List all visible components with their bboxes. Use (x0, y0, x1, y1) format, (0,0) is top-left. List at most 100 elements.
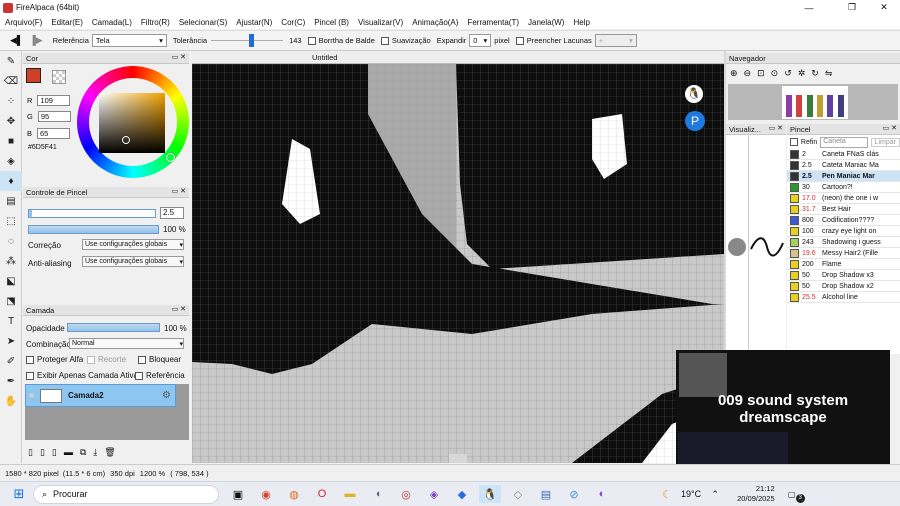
gear-icon[interactable]: ⚙ (162, 390, 171, 401)
primary-color-swatch[interactable] (26, 68, 41, 83)
brush-row[interactable]: 25.5 Alcohol line (787, 292, 900, 303)
eyedropper-tool-icon[interactable]: ✒ (0, 371, 22, 391)
menu-color[interactable]: Cor(C) (281, 18, 305, 27)
close-button[interactable]: ✕ (870, 0, 898, 15)
menu-layer[interactable]: Camada(L) (92, 18, 132, 27)
clip-option[interactable]: Recorte (87, 355, 126, 364)
menu-select[interactable]: Selecionar(S) (179, 18, 227, 27)
prev-icon[interactable]: ◀▌ (10, 35, 23, 46)
file-explorer-icon[interactable]: ▬ (339, 485, 361, 503)
chrome-icon[interactable]: ◉ (255, 485, 277, 503)
magic-wand-tool-icon[interactable]: ⁂ (0, 251, 22, 271)
g-field[interactable]: 95 (37, 111, 71, 122)
folder-icon[interactable]: ▬ (64, 447, 73, 458)
hand-tool-icon[interactable]: ✋ (0, 391, 22, 411)
brush-row[interactable]: 100 crazy eye light on (787, 226, 900, 237)
brush-row[interactable]: 800 Codification???? (787, 215, 900, 226)
checkbox[interactable] (87, 355, 95, 364)
sv-picker-handle[interactable] (122, 136, 130, 144)
show-active-only-option[interactable]: Exibir Apenas Camada Ativa (26, 371, 138, 380)
brush-row[interactable]: 50 Drop Shadow x2 (787, 281, 900, 292)
brush-row[interactable]: 200 Flame (787, 259, 900, 270)
brush-row[interactable]: 50 Drop Shadow x3 (787, 270, 900, 281)
clear-button[interactable]: Limpar (870, 137, 900, 147)
menu-view[interactable]: Visualizar(V) (358, 18, 403, 27)
zoom-fit-icon[interactable]: ⊡ (757, 68, 765, 79)
protect-alpha-option[interactable]: Proteger Alfa (26, 355, 83, 364)
hex-value[interactable]: #6D5F41 (28, 144, 57, 151)
app-icon-monitor[interactable]: ▤ (535, 485, 557, 503)
bucket-border-option[interactable]: Borrtha de Balde (307, 36, 375, 45)
brush-row[interactable]: 2.5 Cateta Maniac Ma (787, 160, 900, 171)
fill-rect-tool-icon[interactable]: ■ (0, 131, 22, 151)
menu-file[interactable]: Arquivo(F) (5, 18, 42, 27)
brush-row[interactable]: 30 Cartoon?! (787, 182, 900, 193)
hue-picker-handle[interactable] (166, 153, 175, 162)
new-layer-icon[interactable]: ▯ (28, 447, 33, 458)
panel-buttons[interactable]: ▭ ✕ (172, 53, 186, 61)
new-8bit-layer-icon[interactable]: ▯ (40, 447, 45, 458)
minimize-button[interactable]: — (795, 0, 823, 15)
windows-start-icon[interactable]: ⊞ (8, 485, 30, 503)
taskbar-search[interactable]: ⌕ Procurar (33, 484, 219, 504)
firefox-icon[interactable]: ◍ (283, 485, 305, 503)
reset-rotation-icon[interactable]: ✲ (798, 68, 806, 79)
select-eraser-tool-icon[interactable]: ⬔ (0, 291, 22, 311)
tray-icons[interactable]: ⌃ (704, 485, 726, 503)
menu-help[interactable]: Help (573, 18, 589, 27)
delete-layer-icon[interactable]: 🗑 (104, 447, 115, 458)
menu-window[interactable]: Janela(W) (528, 18, 564, 27)
maximize-button[interactable]: ❐ (838, 0, 866, 15)
app-icon-red[interactable]: ◎ (395, 485, 417, 503)
app-icon-link[interactable]: ⊘ (563, 485, 585, 503)
correction-select[interactable]: Use configurações globais ▾ (82, 239, 184, 250)
panel-buttons[interactable]: ▭ ✕ (172, 305, 186, 313)
transparent-swatch[interactable] (52, 70, 66, 84)
r-field[interactable]: 109 (37, 95, 71, 106)
brush-size-field[interactable]: 2.5 (160, 207, 184, 219)
canvas-tab[interactable]: Untitled (192, 51, 724, 64)
checkbox[interactable] (26, 371, 34, 380)
blend-select[interactable]: Normal ▾ (69, 338, 184, 349)
checkbox[interactable] (307, 36, 316, 45)
checkbox[interactable] (138, 355, 146, 364)
brush-search-input[interactable]: Caneta (820, 136, 868, 148)
menu-brush[interactable]: Pincel (B) (314, 18, 349, 27)
eraser-tool-icon[interactable]: ⌫ (0, 71, 22, 91)
canvas-area[interactable]: 🐧 P (192, 51, 724, 463)
fill-gaps-option[interactable]: Preencher Lacunas (515, 36, 592, 45)
brush-row[interactable]: 31.7 Best Hair (787, 204, 900, 215)
saturation-value-square[interactable] (99, 93, 165, 153)
drawing-canvas[interactable] (192, 64, 724, 476)
select-pen-tool-icon[interactable]: ⬕ (0, 271, 22, 291)
task-view-icon[interactable]: ▣ (227, 485, 249, 503)
tolerance-slider[interactable] (211, 34, 284, 47)
menu-edit[interactable]: Editar(E) (51, 18, 83, 27)
layer-opacity-slider[interactable] (67, 323, 160, 332)
b-field[interactable]: 65 (37, 128, 71, 139)
zoom-in-icon[interactable]: ⊕ (730, 68, 738, 79)
menu-adjust[interactable]: Ajustar(N) (236, 18, 272, 27)
brush-row[interactable]: 17.0 (neon) the one i w (787, 193, 900, 204)
new-1bit-layer-icon[interactable]: ▯ (52, 447, 57, 458)
bucket-fill-tool-icon[interactable]: ♦ (0, 171, 22, 191)
brush-size-slider[interactable] (28, 209, 156, 218)
next-icon[interactable]: ▐▶ (29, 35, 42, 46)
roblox-icon[interactable]: ◆ (451, 485, 473, 503)
panel-buttons[interactable]: ▭ ✕ (883, 124, 897, 132)
brush-row[interactable]: 2 Caneta FNaS clás (787, 149, 900, 160)
brush-tool-icon[interactable]: ✐ (0, 351, 22, 371)
navigator-preview[interactable] (728, 84, 898, 120)
lasso-tool-icon[interactable]: ◌ (0, 231, 22, 251)
pixiv-icon[interactable]: P (685, 111, 705, 131)
reference-option[interactable]: Referência (135, 371, 185, 380)
horizontal-scroll-thumb[interactable] (449, 454, 467, 463)
fill-gaps-select[interactable]: + ▾ (594, 34, 637, 47)
dot-tool-icon[interactable]: ⁘ (0, 91, 22, 111)
duplicate-layer-icon[interactable]: ⧉ (80, 447, 86, 458)
notifications-icon[interactable]: ▢ 3 (781, 485, 805, 503)
checkbox[interactable] (790, 138, 798, 146)
menu-tool[interactable]: Ferramenta(T) (467, 18, 519, 27)
rotate-left-icon[interactable]: ↺ (784, 68, 792, 79)
move-tool-icon[interactable]: ✥ (0, 111, 22, 131)
